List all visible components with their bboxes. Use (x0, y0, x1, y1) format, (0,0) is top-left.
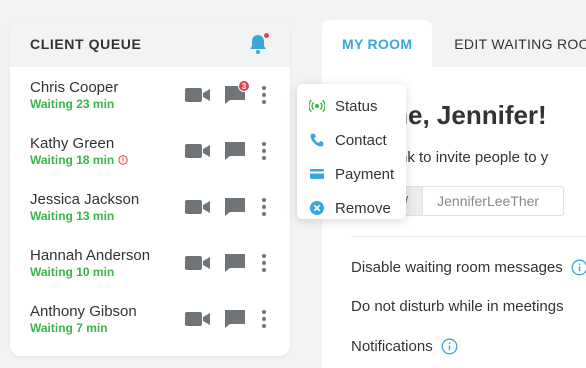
menu-item-label: Payment (335, 165, 395, 183)
client-row[interactable]: Anthony Gibson Waiting 7 min (10, 291, 290, 347)
setting-label: Do not disturb while in meetings (351, 298, 564, 315)
menu-item-payment[interactable]: Payment (297, 157, 406, 191)
notification-bell-icon[interactable] (246, 31, 270, 56)
client-wait-time: Waiting 7 min (30, 321, 184, 336)
client-name: Anthony Gibson (30, 302, 137, 320)
remove-icon (309, 200, 325, 216)
client-info: Jessica Jackson Waiting 13 min (30, 191, 184, 224)
client-queue-header: CLIENT QUEUE (10, 20, 290, 67)
client-actions (184, 308, 270, 330)
client-options-menu: Status Contact Payment Remove (297, 84, 406, 219)
chat-icon[interactable] (221, 140, 249, 162)
client-row[interactable]: Chris Cooper Waiting 23 min 3 (10, 67, 290, 123)
chat-icon[interactable]: 3 (221, 80, 250, 106)
video-call-icon[interactable] (184, 252, 212, 274)
client-wait-text: Waiting 18 min (30, 152, 115, 167)
setting-notifications[interactable]: Notifications (351, 338, 458, 355)
client-actions (184, 252, 270, 274)
client-wait-text: Waiting 23 min (30, 96, 115, 111)
client-row[interactable]: Kathy Green Waiting 18 min (10, 123, 290, 179)
client-info: Anthony Gibson Waiting 7 min (30, 303, 184, 336)
warning-icon (118, 155, 128, 165)
video-call-icon[interactable] (184, 140, 212, 162)
more-options-icon[interactable] (258, 252, 270, 274)
setting-label: Disable waiting room messages (351, 259, 563, 276)
client-wait-time: Waiting 18 min (30, 153, 184, 168)
chat-icon[interactable] (221, 252, 249, 274)
room-link-input[interactable]: JenniferLeeTher (423, 187, 563, 215)
phone-icon (309, 132, 325, 148)
credit-card-icon (309, 166, 325, 182)
video-call-icon[interactable] (184, 84, 212, 106)
client-name: Hannah Anderson (30, 246, 151, 264)
menu-item-status[interactable]: Status (297, 89, 406, 123)
menu-item-contact[interactable]: Contact (297, 123, 406, 157)
client-actions: 3 (184, 80, 270, 106)
chat-icon[interactable] (221, 308, 249, 330)
info-icon[interactable] (571, 259, 586, 276)
tab-edit-waiting-room[interactable]: EDIT WAITING ROO (432, 20, 586, 67)
client-wait-time: Waiting 23 min (30, 97, 184, 112)
client-actions (184, 196, 270, 218)
video-call-icon[interactable] (184, 196, 212, 218)
setting-do-not-disturb[interactable]: Do not disturb while in meetings (351, 298, 564, 315)
client-actions (184, 140, 270, 162)
menu-item-label: Remove (335, 199, 391, 217)
client-queue-panel: CLIENT QUEUE Chris Cooper Waiting 23 min (10, 20, 290, 356)
more-options-icon[interactable] (258, 196, 270, 218)
menu-item-label: Contact (335, 131, 387, 149)
unread-badge: 3 (238, 80, 250, 92)
more-options-icon[interactable] (258, 308, 270, 330)
chat-icon[interactable] (221, 196, 249, 218)
client-name: Kathy Green (30, 134, 115, 152)
client-info: Kathy Green Waiting 18 min (30, 135, 184, 168)
client-row[interactable]: Jessica Jackson Waiting 13 min (10, 179, 290, 235)
tab-my-room[interactable]: MY ROOM (322, 20, 433, 67)
client-name: Jessica Jackson (30, 190, 140, 208)
client-wait-time: Waiting 10 min (30, 265, 184, 280)
notification-dot (263, 31, 270, 39)
broadcast-icon (309, 98, 325, 114)
client-info: Chris Cooper Waiting 23 min (30, 79, 184, 112)
client-wait-text: Waiting 10 min (30, 264, 115, 279)
settings-divider (351, 236, 586, 237)
setting-label: Notifications (351, 338, 433, 355)
client-info: Hannah Anderson Waiting 10 min (30, 247, 184, 280)
client-wait-text: Waiting 7 min (30, 320, 108, 335)
client-wait-text: Waiting 13 min (30, 208, 115, 223)
setting-disable-waiting-messages[interactable]: Disable waiting room messages (351, 259, 586, 276)
more-options-icon[interactable] (258, 84, 270, 106)
more-options-icon[interactable] (258, 140, 270, 162)
info-icon[interactable] (441, 338, 458, 355)
client-wait-time: Waiting 13 min (30, 209, 184, 224)
video-call-icon[interactable] (184, 308, 212, 330)
client-row[interactable]: Hannah Anderson Waiting 10 min (10, 235, 290, 291)
client-name: Chris Cooper (30, 78, 119, 96)
room-tabs: MY ROOM EDIT WAITING ROO (322, 20, 586, 67)
menu-item-remove[interactable]: Remove (297, 191, 406, 225)
client-queue-title: CLIENT QUEUE (30, 35, 142, 52)
client-list: Chris Cooper Waiting 23 min 3 Kathy Gree… (10, 67, 290, 347)
menu-item-label: Status (335, 97, 378, 115)
